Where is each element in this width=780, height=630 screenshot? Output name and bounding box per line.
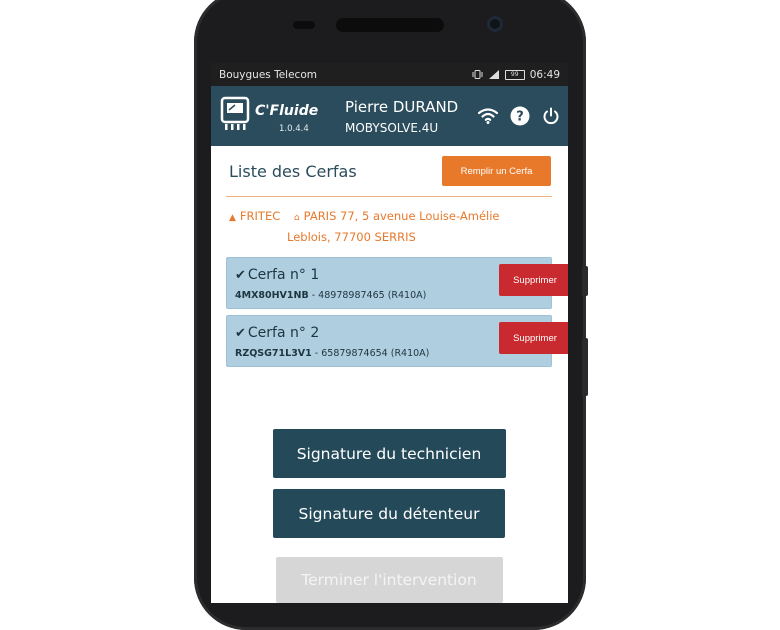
check-icon: ✔ (235, 268, 246, 283)
front-camera (487, 16, 503, 32)
check-icon: ✔ (235, 326, 246, 341)
technician-signature-button[interactable]: Signature du technicien (272, 429, 506, 478)
wifi-icon[interactable] (478, 108, 498, 124)
client-address-line1: PARIS 77, 5 avenue Louise-Amélie (303, 209, 500, 223)
fill-cerfa-button[interactable]: Remplir un Cerfa (442, 156, 551, 186)
earpiece-speaker (336, 18, 444, 32)
finish-intervention-button[interactable]: Terminer l'intervention (275, 557, 503, 603)
home-icon: ⌂ (293, 213, 300, 223)
cerfa-card[interactable]: ✔ Cerfa n° 2 RZQSG71L3V1 - 65879874654 (R… (226, 315, 568, 367)
client-info: ▲ FRITEC ⌂ PARIS 77, 5 avenue Louise-Améli… (226, 197, 552, 247)
list-header: Liste des Cerfas Remplir un Cerfa (226, 146, 552, 197)
holder-signature-button[interactable]: Signature du détenteur (273, 489, 505, 538)
power-side-button (582, 338, 588, 396)
app-header: C'Fluide 1.0.4.4 Pierre DURAND MOBYSOLVE… (211, 86, 568, 146)
cerfa-title: Cerfa n° 1 (247, 267, 320, 283)
client-address-line2: Leblois, 77700 SERRIS (287, 230, 416, 244)
client-name: FRITEC (239, 209, 281, 223)
vibrate-icon (472, 70, 483, 79)
cerfa-serial: RZQSG71L3V1 (235, 348, 312, 359)
user-name: Pierre DURAND (345, 97, 459, 116)
clock: 06:49 (529, 68, 560, 81)
proximity-sensor (293, 21, 315, 29)
user-icon: ▲ (229, 213, 236, 223)
delete-cerfa-button[interactable]: Supprimer (499, 322, 568, 354)
user-info: Pierre DURAND MOBYSOLVE.4U (311, 98, 478, 135)
power-icon[interactable] (542, 107, 560, 125)
cerfa-detail: - 65879874654 (R410A) (311, 348, 430, 359)
app-version: 1.0.4.4 (279, 124, 309, 134)
app-logo: C'Fluide 1.0.4.4 (219, 93, 318, 139)
cerfa-serial: 4MX80HV1NB (235, 290, 309, 301)
cerfa-card[interactable]: ✔ Cerfa n° 1 4MX80HV1NB - 48978987465 (R4… (226, 257, 568, 309)
device-logo-icon (220, 96, 250, 130)
company-name: MOBYSOLVE.4U (345, 120, 439, 135)
app-name: C'Fluide (255, 103, 319, 119)
cerfa-title: Cerfa n° 2 (247, 325, 320, 341)
cerfa-detail: - 48978987465 (R410A) (308, 290, 427, 301)
action-buttons: Signature du technicien Signature du dét… (226, 429, 552, 603)
main-content: Liste des Cerfas Remplir un Cerfa ▲ FRITE… (211, 146, 568, 603)
status-bar: Bouygues Telecom 99 06:49 (211, 63, 568, 86)
volume-button (582, 266, 588, 296)
phone-screen: Bouygues Telecom 99 06:49 C'Fluide 1.0.4… (211, 63, 568, 603)
page-title: Liste des Cerfas (229, 161, 357, 181)
svg-text:?: ? (516, 110, 524, 125)
carrier-name: Bouygues Telecom (219, 68, 317, 81)
battery-level: 99 (510, 70, 519, 78)
help-icon[interactable]: ? (510, 106, 530, 126)
signal-icon (488, 70, 499, 79)
delete-cerfa-button[interactable]: Supprimer (499, 264, 568, 296)
battery-icon: 99 (504, 69, 525, 80)
